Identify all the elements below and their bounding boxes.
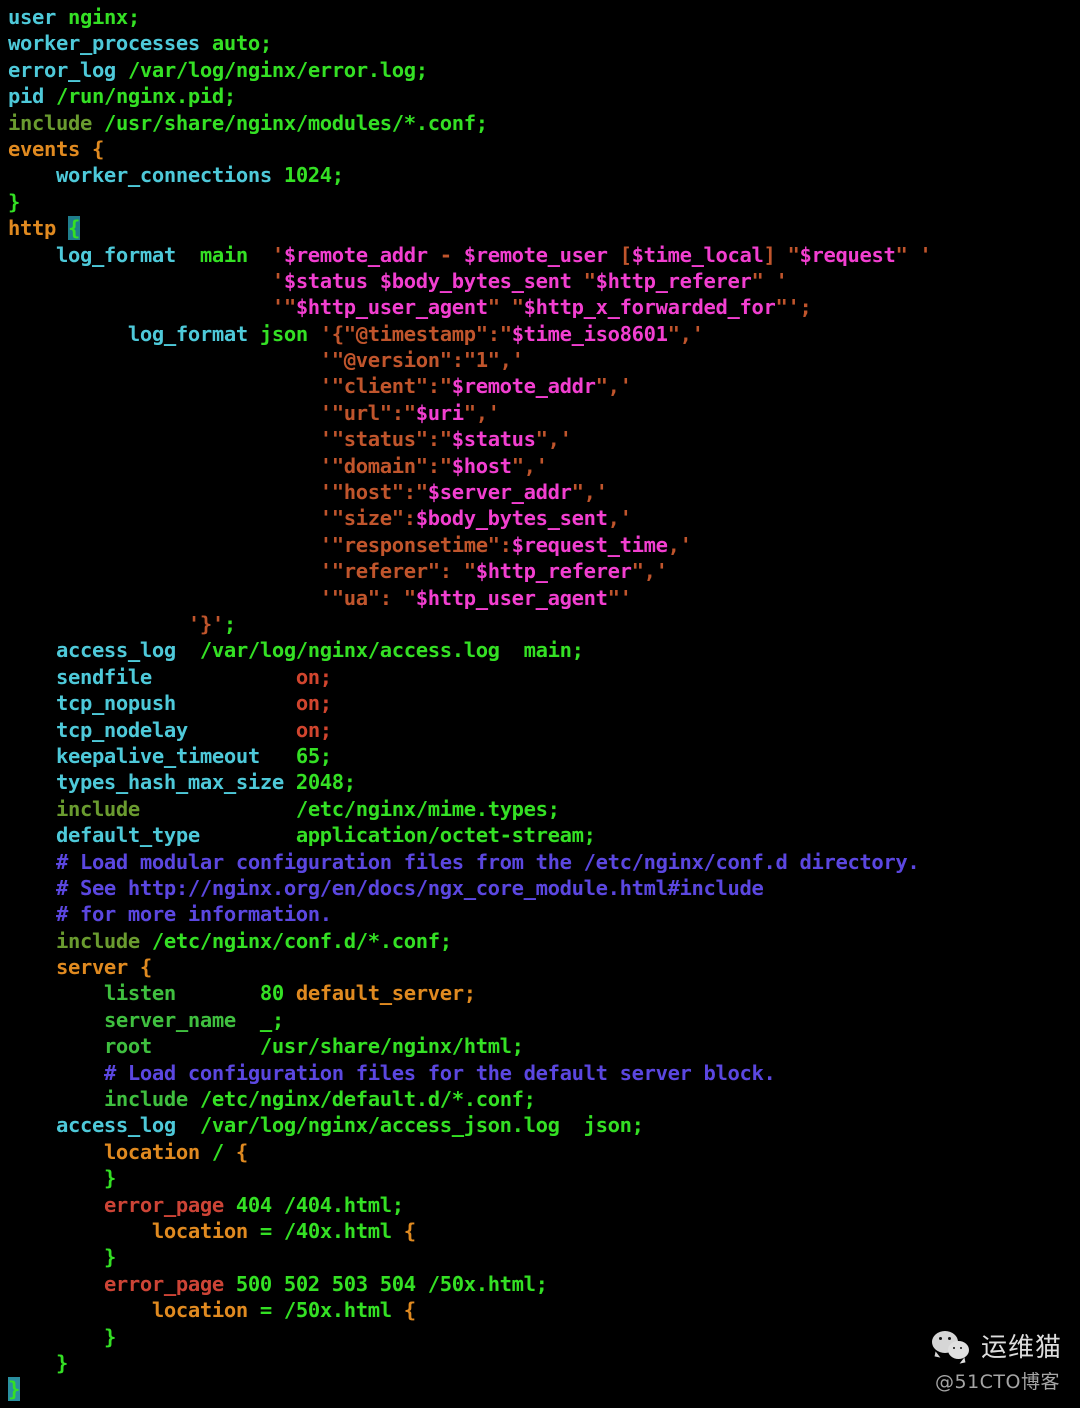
code-line[interactable]: location / { bbox=[8, 1139, 931, 1165]
code-line[interactable]: worker_connections 1024; bbox=[8, 162, 931, 188]
code-line[interactable]: root /usr/share/nginx/html; bbox=[8, 1033, 931, 1059]
wechat-icon bbox=[931, 1329, 972, 1363]
watermark: 运维猫 @51CTO博客 bbox=[931, 1327, 1062, 1394]
code-line[interactable]: '}'; bbox=[8, 611, 931, 637]
code-line[interactable]: # Load modular configuration files from … bbox=[8, 849, 931, 875]
watermark-account-name: 运维猫 bbox=[980, 1333, 1062, 1363]
code-line[interactable]: log_format json '{"@timestamp":"$time_is… bbox=[8, 321, 931, 347]
code-line[interactable]: } bbox=[8, 1376, 931, 1402]
code-line[interactable]: location = /50x.html { bbox=[8, 1297, 931, 1323]
code-line[interactable]: tcp_nodelay on; bbox=[8, 717, 931, 743]
code-line[interactable]: access_log /var/log/nginx/access.log mai… bbox=[8, 637, 931, 663]
code-line[interactable]: '"status":"$status",' bbox=[8, 426, 931, 452]
code-line[interactable]: } bbox=[8, 1350, 931, 1376]
code-line[interactable]: } bbox=[8, 1324, 931, 1350]
code-line[interactable]: user nginx; bbox=[8, 4, 931, 30]
code-line[interactable]: '"referer": "$http_referer",' bbox=[8, 558, 931, 584]
code-line[interactable]: listen 80 default_server; bbox=[8, 980, 931, 1006]
code-line[interactable]: error_log /var/log/nginx/error.log; bbox=[8, 57, 931, 83]
code-line[interactable]: include /etc/nginx/default.d/*.conf; bbox=[8, 1086, 931, 1112]
code-line[interactable]: '$status $body_bytes_sent "$http_referer… bbox=[8, 268, 931, 294]
code-line[interactable]: pid /run/nginx.pid; bbox=[8, 83, 931, 109]
code-line[interactable]: # Load configuration files for the defau… bbox=[8, 1060, 931, 1086]
code-line[interactable]: '"host":"$server_addr",' bbox=[8, 479, 931, 505]
cursor-bracket-highlight: } bbox=[8, 1377, 20, 1402]
code-line[interactable]: sendfile on; bbox=[8, 664, 931, 690]
code-line[interactable]: server_name _; bbox=[8, 1007, 931, 1033]
code-line[interactable]: } bbox=[8, 189, 931, 215]
code-line[interactable]: log_format main '$remote_addr - $remote_… bbox=[8, 242, 932, 268]
code-line[interactable]: location = /40x.html { bbox=[8, 1218, 931, 1244]
code-line[interactable]: '"$http_user_agent" "$http_x_forwarded_f… bbox=[8, 294, 931, 320]
code-line[interactable]: include /usr/share/nginx/modules/*.conf; bbox=[8, 110, 931, 136]
terminal-window: user nginx; worker_processes auto; error_l… bbox=[0, 0, 1080, 1408]
code-line[interactable]: '"size":$body_bytes_sent,' bbox=[8, 505, 931, 531]
code-line[interactable]: '"responsetime":$request_time,' bbox=[8, 532, 931, 558]
bracket-match-highlight: { bbox=[67, 216, 80, 241]
code-line[interactable]: '"client":"$remote_addr",' bbox=[8, 373, 931, 399]
code-line[interactable]: '"ua": "$http_user_agent"' bbox=[8, 585, 931, 611]
code-line[interactable]: # See http://nginx.org/en/docs/ngx_core_… bbox=[8, 875, 931, 901]
code-line[interactable]: include /etc/nginx/mime.types; bbox=[8, 796, 931, 822]
code-line[interactable]: default_type application/octet-stream; bbox=[8, 822, 931, 848]
code-line[interactable]: error_page 404 /404.html; bbox=[8, 1192, 931, 1218]
code-line[interactable]: } bbox=[8, 1165, 931, 1191]
code-line[interactable]: http { bbox=[8, 215, 931, 241]
code-line[interactable]: # for more information. bbox=[8, 901, 931, 927]
code-line[interactable]: types_hash_max_size 2048; bbox=[8, 769, 931, 795]
code-line[interactable]: '"url":"$uri",' bbox=[8, 400, 931, 426]
nginx-config-source[interactable]: user nginx; worker_processes auto; error_l… bbox=[0, 0, 932, 1403]
code-line[interactable]: include /etc/nginx/conf.d/*.conf; bbox=[8, 928, 931, 954]
code-line[interactable]: error_page 500 502 503 504 /50x.html; bbox=[8, 1271, 931, 1297]
code-line[interactable]: } bbox=[8, 1244, 931, 1270]
code-line[interactable]: '"@version":"1",' bbox=[8, 347, 931, 373]
watermark-handle: @51CTO博客 bbox=[934, 1371, 1060, 1393]
code-line[interactable]: worker_processes auto; bbox=[8, 30, 931, 56]
code-line[interactable]: '"domain":"$host",' bbox=[8, 453, 931, 479]
code-line[interactable]: tcp_nopush on; bbox=[8, 690, 931, 716]
code-line[interactable]: access_log /var/log/nginx/access_json.lo… bbox=[8, 1112, 931, 1138]
code-line[interactable]: server { bbox=[8, 954, 931, 980]
code-line[interactable]: events { bbox=[8, 136, 931, 162]
code-line[interactable]: keepalive_timeout 65; bbox=[8, 743, 931, 769]
